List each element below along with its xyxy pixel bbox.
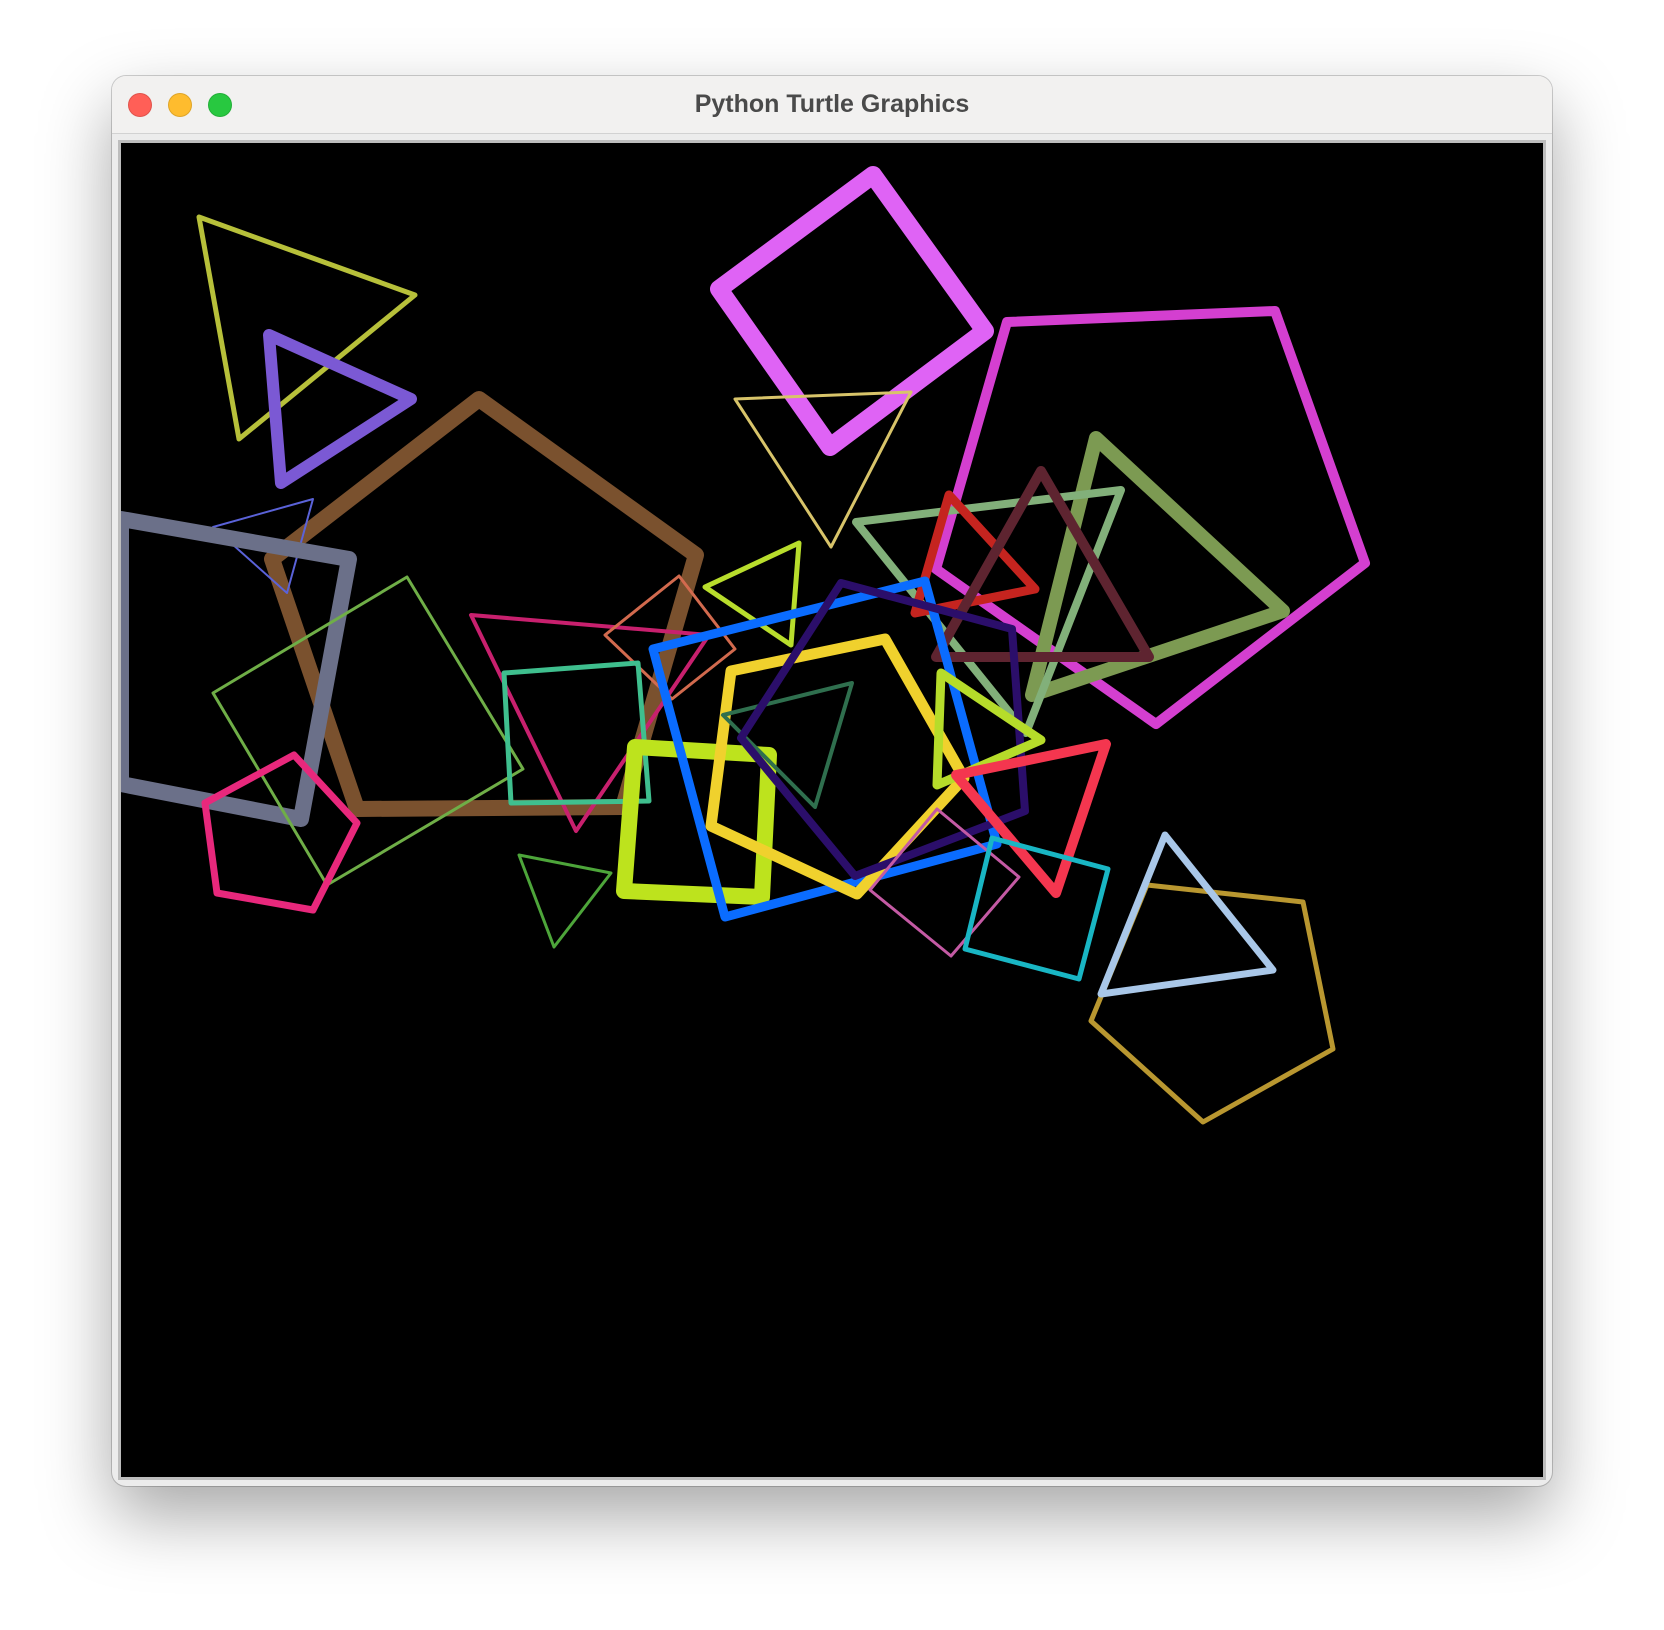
triangle-red-bright-shape [951,739,1111,898]
title-bar[interactable]: Python Turtle Graphics [112,76,1552,134]
pentagon-rose-shape [201,751,361,914]
canvas-frame [118,140,1546,1480]
square-cyan-shape [962,835,1111,982]
triangle-olive-shape [196,214,418,442]
turtle-window: Python Turtle Graphics [112,76,1552,1486]
turtle-canvas[interactable] [121,143,1543,1477]
square-magenta-shape [710,166,994,456]
triangle-green-thin-shape [517,853,613,949]
square-indigo-shape [737,579,1029,880]
triangle-light-blue-shape [1097,831,1277,998]
window-title: Python Turtle Graphics [694,90,970,118]
